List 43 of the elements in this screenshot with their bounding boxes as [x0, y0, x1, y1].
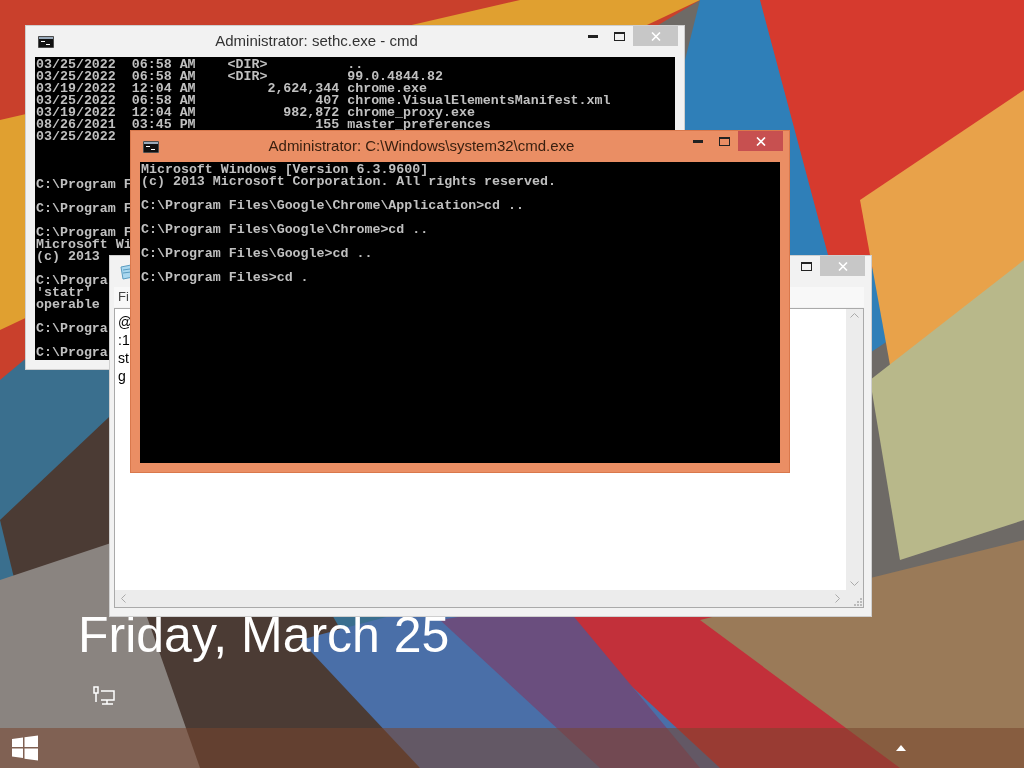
console-line: 03/25/2022 [36, 131, 116, 143]
console-line: 03/25/2022 06:58 AM <DIR> 99.0.4844.82 [36, 71, 443, 83]
resize-grip-icon[interactable] [854, 598, 863, 607]
console-line: Microsoft Wi [36, 239, 132, 251]
close-button[interactable] [738, 131, 783, 151]
console-line: Microsoft Windows [Version 6.3.9600] [141, 164, 429, 176]
text-line: st [118, 349, 129, 367]
console-line: 08/26/2021 03:45 PM 155 master_preferences [36, 119, 491, 131]
window-title: Administrator: sethc.exe - cmd [215, 31, 418, 52]
console-line: C:\Program Files>cd . [141, 272, 309, 284]
caret-icon[interactable] [896, 745, 906, 751]
close-icon [755, 136, 766, 146]
maximize-icon [801, 261, 812, 271]
maximize-icon [719, 136, 730, 146]
console-line: 03/25/2022 06:58 AM 407 chrome.VisualElementsManifest.xml [36, 95, 611, 107]
close-icon [650, 31, 661, 41]
console-line: 03/19/2022 12:04 AM 2,624,344 chrome.exe [36, 83, 427, 95]
console-line: 03/19/2022 12:04 AM 982,872 chrome_proxy.exe [36, 107, 475, 119]
close-icon [837, 261, 848, 271]
horizontal-scrollbar[interactable] [115, 590, 846, 607]
text-line: g [118, 367, 126, 385]
minimize-icon [692, 139, 703, 143]
console-line: (c) 2013 [36, 251, 100, 263]
maximize-icon [614, 31, 625, 41]
console-line: 03/25/2022 06:58 AM <DIR> .. [36, 59, 364, 71]
console-line: C:\Program Files\Google\Chrome>cd .. [141, 224, 429, 236]
console-line: C:\Progra [36, 275, 108, 287]
console-icon [143, 140, 159, 153]
vertical-scrollbar[interactable] [846, 309, 863, 590]
menu-item[interactable]: Fi [118, 287, 129, 307]
console-line: C:\Program Files\Google\Chrome\Application>cd .. [141, 200, 524, 212]
text-line: :1 [118, 331, 130, 349]
start-icon[interactable] [12, 735, 38, 761]
console-icon [38, 35, 54, 48]
minimize-icon [587, 34, 598, 38]
console-line: C:\Program Files\Google>cd .. [141, 248, 373, 260]
console-line: 'statr' [36, 287, 92, 299]
window-title: Administrator: C:\Windows\system32\cmd.exe [268, 136, 575, 157]
network-icon [93, 686, 115, 706]
console-line: C:\Progra [36, 347, 108, 359]
console-line: operable [36, 299, 100, 311]
console-line: (c) 2013 Microsoft Corporation. All rights reserved. [141, 176, 556, 188]
console-line: C:\Progra [36, 323, 108, 335]
